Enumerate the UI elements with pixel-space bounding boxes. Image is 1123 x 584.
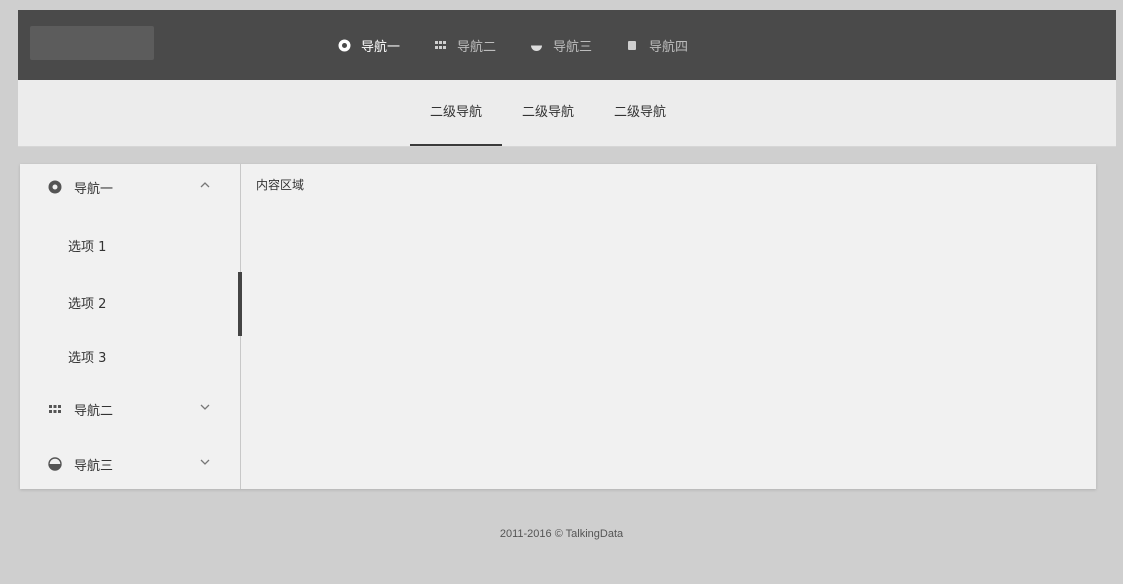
sidebar-item-2[interactable]: 选项 2 xyxy=(68,293,106,312)
sub-nav-item-2[interactable]: 二级导航 xyxy=(502,80,594,146)
footer-copyright: 2011-2016 © TalkingData xyxy=(499,528,624,540)
circle-dot-icon xyxy=(48,180,62,194)
chevron-down-icon xyxy=(198,455,212,469)
chevron-down-icon xyxy=(198,400,212,414)
sidebar-group-3[interactable]: 导航三 xyxy=(20,441,240,487)
top-nav-label: 导航四 xyxy=(649,39,689,55)
sidebar-group-2[interactable]: 导航二 xyxy=(20,386,240,432)
sidebar: 导航一 选项 1 选项 2 选项 3 导航二 导航三 xyxy=(20,164,241,489)
content-title: 内容区域 xyxy=(256,178,305,192)
sidebar-group-1[interactable]: 导航一 xyxy=(20,164,240,210)
sub-nav: 二级导航 二级导航 二级导航 xyxy=(410,80,686,146)
sidebar-group-label: 导航一 xyxy=(74,181,114,197)
top-nav-label: 导航一 xyxy=(361,39,401,55)
circle-dot-icon xyxy=(338,39,351,52)
top-nav: 导航一 导航二 导航三 导航四 xyxy=(338,10,722,80)
grid-icon xyxy=(434,39,447,52)
top-nav-item-3[interactable]: 导航三 xyxy=(530,10,592,80)
sidebar-group-label: 导航三 xyxy=(74,458,114,474)
top-nav-item-1[interactable]: 导航一 xyxy=(338,10,400,80)
sub-nav-item-3[interactable]: 二级导航 xyxy=(594,80,686,146)
sub-nav-bar: 二级导航 二级导航 二级导航 xyxy=(18,80,1116,147)
top-nav-item-2[interactable]: 导航二 xyxy=(434,10,496,80)
top-nav-bar: 导航一 导航二 导航三 导航四 xyxy=(18,10,1116,80)
sidebar-item-1[interactable]: 选项 1 xyxy=(68,236,106,255)
half-circle-icon xyxy=(48,457,62,471)
sidebar-item-3[interactable]: 选项 3 xyxy=(68,347,106,366)
logo[interactable] xyxy=(30,26,154,60)
sub-nav-item-1[interactable]: 二级导航 xyxy=(410,80,503,146)
top-nav-label: 导航二 xyxy=(457,39,497,55)
sidebar-group-label: 导航二 xyxy=(74,403,114,419)
grid-icon xyxy=(48,402,62,416)
half-circle-icon xyxy=(530,39,543,52)
square-icon xyxy=(626,39,639,52)
top-nav-item-4[interactable]: 导航四 xyxy=(626,10,688,80)
top-nav-label: 导航三 xyxy=(553,39,593,55)
sidebar-scrollbar[interactable] xyxy=(238,272,242,336)
chevron-up-icon xyxy=(198,178,212,192)
main-panel: 导航一 选项 1 选项 2 选项 3 导航二 导航三 内容区域 xyxy=(20,164,1096,489)
